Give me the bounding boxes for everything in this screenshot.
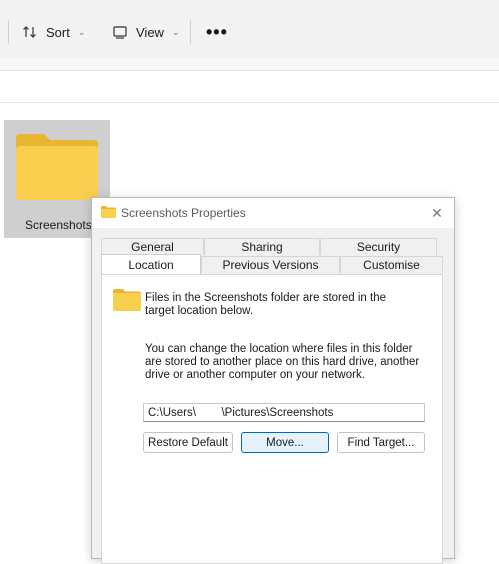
location-info: You can change the location where files … [145, 343, 420, 381]
find-target-button[interactable]: Find Target... [337, 432, 425, 453]
header-divider [0, 102, 499, 103]
tab-sharing[interactable]: Sharing [204, 238, 320, 255]
address-area [0, 58, 499, 71]
sort-label: Sort [46, 24, 70, 40]
close-button[interactable]: ✕ [428, 203, 446, 221]
tab-security[interactable]: Security [320, 238, 437, 255]
chevron-down-icon: ⌄ [171, 26, 180, 37]
view-label: View [136, 24, 164, 40]
folder-icon [101, 206, 116, 218]
toolbar-separator [8, 20, 9, 44]
sort-icon [23, 26, 36, 38]
explorer-toolbar: Sort ⌄ View ⌄ ••• [0, 0, 499, 59]
tab-location[interactable]: Location [101, 254, 201, 274]
restore-default-button[interactable]: Restore Default [143, 432, 233, 453]
dialog-titlebar: Screenshots Properties ✕ [92, 198, 454, 228]
toolbar-separator [190, 20, 191, 44]
dialog-title: Screenshots Properties [121, 206, 246, 220]
location-path-input[interactable] [143, 403, 425, 422]
tabs-row-2: Location Previous Versions Customise [101, 254, 443, 274]
location-tab-panel: Files in the Screenshots folder are stor… [101, 274, 443, 564]
chevron-down-icon: ⌄ [77, 26, 86, 37]
tab-customise[interactable]: Customise [340, 256, 443, 273]
view-icon [113, 26, 127, 39]
move-button[interactable]: Move... [241, 432, 329, 453]
tab-general[interactable]: General [101, 238, 204, 255]
close-icon: ✕ [431, 205, 443, 221]
folder-icon [16, 134, 98, 200]
location-description: Files in the Screenshots folder are stor… [145, 292, 386, 317]
view-button[interactable]: View ⌄ [112, 20, 180, 44]
more-options-button[interactable]: ••• [206, 20, 228, 44]
tab-previous-versions[interactable]: Previous Versions [201, 256, 340, 273]
sort-button[interactable]: Sort ⌄ [22, 20, 85, 44]
properties-dialog: Screenshots Properties ✕ General Sharing… [91, 197, 455, 564]
folder-icon [113, 289, 141, 311]
